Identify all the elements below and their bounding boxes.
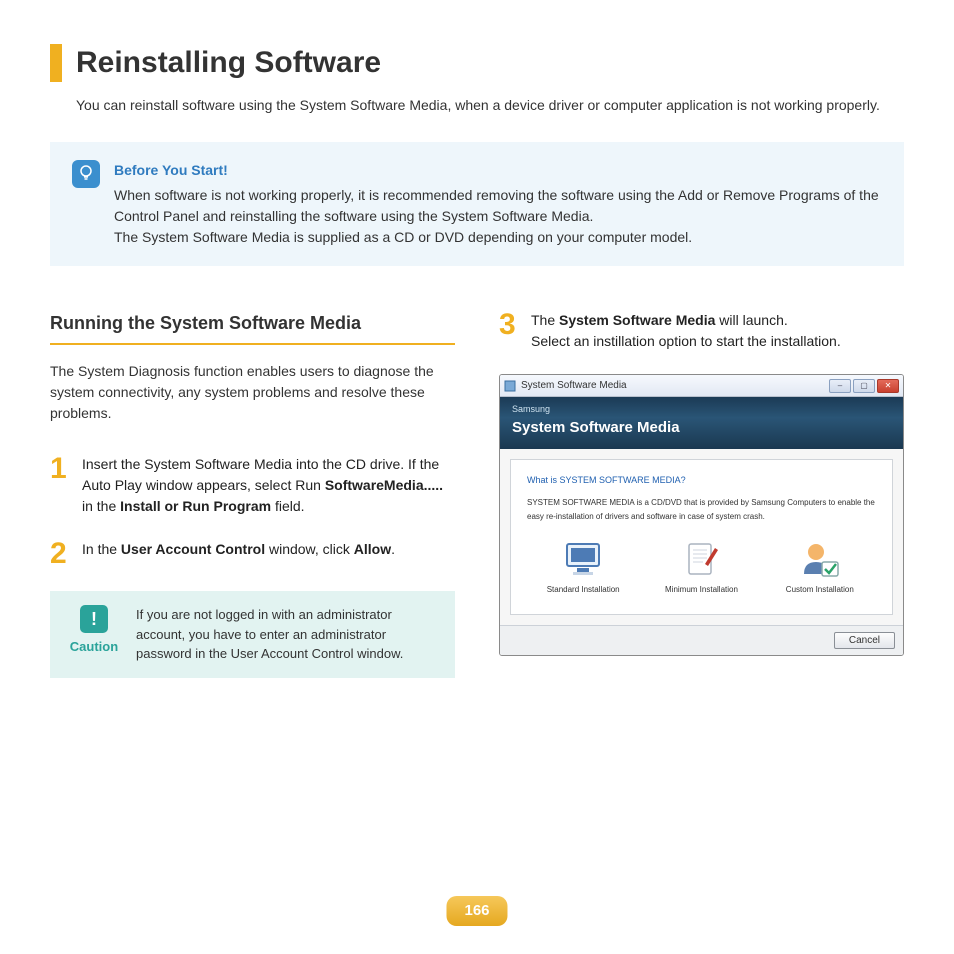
screenshot-question: What is SYSTEM SOFTWARE MEDIA? (527, 474, 876, 488)
step2-bold2: Allow (354, 541, 391, 557)
exclamation-icon: ! (80, 605, 108, 633)
brand-label: Samsung (512, 403, 891, 417)
user-check-icon (798, 540, 842, 580)
step3-bold1: System Software Media (559, 312, 715, 328)
tip-callout: Before You Start! When software is not w… (50, 142, 904, 266)
close-button[interactable]: ✕ (877, 379, 899, 393)
step3-text-a: The (531, 312, 559, 328)
screenshot-window: System Software Media – ▢ ✕ Samsung Syst… (499, 374, 904, 656)
option-minimum[interactable]: Minimum Installation (656, 540, 746, 596)
step-2: 2 In the User Account Control window, cl… (50, 539, 455, 569)
page-intro: You can reinstall software using the Sys… (76, 95, 904, 116)
option-standard[interactable]: Standard Installation (538, 540, 628, 596)
step-number: 3 (499, 310, 521, 352)
lightbulb-icon (72, 160, 100, 188)
step-number: 2 (50, 539, 72, 569)
step1-bold1: SoftwareMedia..... (325, 477, 443, 493)
tip-heading: Before You Start! (114, 160, 882, 181)
tip-line2: The System Software Media is supplied as… (114, 227, 882, 248)
screenshot-header: Samsung System Software Media (500, 397, 903, 449)
section-intro: The System Diagnosis function enables us… (50, 361, 455, 424)
caution-text: If you are not logged in with an adminis… (136, 605, 439, 664)
title-accent-bar (50, 44, 62, 82)
header-title: System Software Media (512, 417, 891, 440)
page-number: 166 (446, 896, 507, 927)
option-standard-label: Standard Installation (538, 584, 628, 596)
monitor-icon (561, 540, 605, 580)
minimize-button[interactable]: – (829, 379, 851, 393)
step2-text-a: In the (82, 541, 121, 557)
option-minimum-label: Minimum Installation (656, 584, 746, 596)
cancel-button[interactable]: Cancel (834, 632, 895, 649)
app-icon (504, 380, 516, 392)
step2-bold1: User Account Control (121, 541, 265, 557)
screenshot-description: SYSTEM SOFTWARE MEDIA is a CD/DVD that i… (527, 496, 876, 525)
step1-bold2: Install or Run Program (120, 498, 271, 514)
page-title: Reinstalling Software (76, 40, 381, 85)
option-custom-label: Custom Installation (775, 584, 865, 596)
step3-line2: Select an instillation option to start t… (531, 331, 904, 352)
maximize-button[interactable]: ▢ (853, 379, 875, 393)
option-custom[interactable]: Custom Installation (775, 540, 865, 596)
section-title: Running the System Software Media (50, 310, 455, 345)
step-3: 3 The System Software Media will launch.… (499, 310, 904, 352)
tip-line1: When software is not working properly, i… (114, 185, 882, 227)
caution-callout: ! Caution If you are not logged in with … (50, 591, 455, 678)
step-number: 1 (50, 454, 72, 517)
step1-text-c: field. (271, 498, 304, 514)
step2-text-b: window, click (265, 541, 354, 557)
document-pen-icon (679, 540, 723, 580)
titlebar: System Software Media – ▢ ✕ (500, 375, 903, 397)
step2-text-c: . (391, 541, 395, 557)
window-title: System Software Media (521, 378, 829, 393)
step3-text-b: will launch. (715, 312, 787, 328)
step-1: 1 Insert the System Software Media into … (50, 454, 455, 517)
caution-label: Caution (66, 637, 122, 657)
step1-text-b: in the (82, 498, 120, 514)
